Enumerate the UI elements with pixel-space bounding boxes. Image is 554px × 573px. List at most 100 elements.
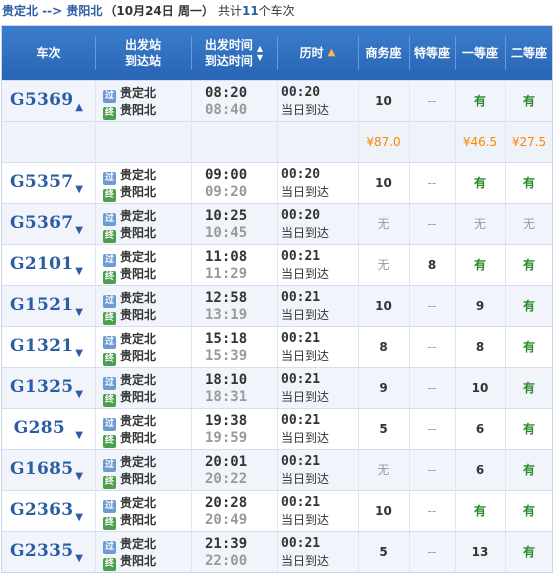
first-seat-cell: 6 [455, 409, 505, 449]
duration-cell: 00:20 当日到达 [277, 163, 358, 203]
arrival-station: 终贵阳北 [103, 389, 157, 407]
second-seat-cell: 有 [505, 368, 553, 408]
departure-time: 08:20 [205, 85, 248, 101]
arrival-note: 当日到达 [281, 308, 330, 322]
expand-arrow-icon[interactable]: ▼ [75, 430, 83, 441]
first-seat-cell: 有 [455, 81, 505, 121]
train-cell: G1325 ▼ [2, 368, 95, 408]
table-row: G1325 ▼ 过贵定北终贵阳北 18:10 18:31 00:21 当日到达 9 -- 10 有 [2, 367, 552, 408]
station-cell: 过贵定北终贵阳北 [95, 81, 191, 121]
train-table: 车次 出发站 到达站 出发时间 到达时间 ▲ ▼ 历时 ▲ 商务座 特等座 一等座 二等… [1, 25, 553, 573]
train-number-link[interactable]: G2363 [10, 500, 73, 520]
expand-arrow-icon[interactable]: ▼ [75, 512, 83, 523]
arrival-time: 18:31 [205, 389, 248, 405]
departure-station-name: 贵定北 [120, 373, 157, 387]
expand-arrow-icon[interactable]: ▼ [75, 389, 83, 400]
business-seat-cell: 无 [358, 450, 409, 490]
departure-station: 过贵定北 [103, 85, 156, 103]
expand-arrow-icon[interactable]: ▼ [75, 184, 83, 195]
arrival-station: 终贵阳北 [103, 348, 156, 366]
sort-down-icon[interactable]: ▼ [257, 53, 263, 62]
departure-time: 20:28 [205, 495, 248, 511]
second-seat-availability: 有 [522, 340, 535, 354]
train-cell: G2363 ▼ [2, 491, 95, 531]
collapse-arrow-icon[interactable]: ▲ [75, 102, 83, 113]
premium-seat-cell: -- [409, 368, 455, 408]
header-premium: 特等座 [413, 46, 450, 60]
train-cell: G1321 ▼ [2, 327, 95, 367]
business-seat-cell: 10 [358, 81, 409, 121]
train-number-link[interactable]: G5369 [10, 90, 73, 110]
departure-station-name: 贵定北 [120, 209, 157, 223]
table-body: G5369 ▲ 过贵定北终贵阳北 08:20 08:40 00:20 当日到达 10 -- 有有 ¥… [2, 80, 552, 572]
premium-seat-availability: -- [427, 94, 437, 108]
first-seat-availability: 13 [471, 545, 489, 559]
premium-price-cell [409, 122, 455, 162]
arrival-note: 当日到达 [281, 390, 330, 404]
premium-seat-availability: -- [427, 545, 437, 559]
business-seat-availability: 无 [377, 463, 390, 477]
second-seat-cell: 有 [505, 163, 553, 203]
premium-seat-availability: -- [427, 463, 437, 477]
sort-up-icon[interactable]: ▲ [257, 44, 263, 53]
arrival-station: 终贵阳北 [103, 266, 156, 284]
second-seat-availability: 有 [522, 381, 535, 395]
expand-arrow-icon[interactable]: ▼ [75, 471, 83, 482]
arrival-station-name: 贵阳北 [120, 226, 157, 240]
departure-station-name: 贵定北 [120, 250, 157, 264]
expand-arrow-icon[interactable]: ▼ [75, 553, 83, 564]
station-cell: 过贵定北终贵阳北 [95, 368, 191, 408]
business-seat-availability: 无 [377, 217, 390, 231]
header-time-sort[interactable]: 出发时间 到达时间 ▲ ▼ [191, 26, 277, 80]
arrival-note: 当日到达 [281, 349, 330, 363]
arrival-station-name: 贵阳北 [120, 431, 157, 445]
first-seat-cell: 有 [455, 491, 505, 531]
train-cell: G1521 ▼ [2, 286, 95, 326]
arrival-station: 终贵阳北 [103, 225, 157, 243]
train-number-link[interactable]: G1321 [10, 336, 73, 356]
premium-seat-cell: -- [409, 450, 455, 490]
terminal-station-icon: 终 [103, 230, 116, 243]
arrival-station-name: 贵阳北 [120, 308, 157, 322]
business-seat-availability: 5 [379, 545, 388, 559]
header-duration-sort[interactable]: 历时 ▲ [277, 26, 358, 80]
train-number-link[interactable]: G5357 [10, 172, 73, 192]
train-number-link[interactable]: G1685 [10, 459, 73, 479]
first-seat-availability: 有 [473, 258, 486, 272]
expand-arrow-icon[interactable]: ▼ [75, 225, 83, 236]
departure-time: 11:08 [205, 249, 248, 265]
sort-asc-icon[interactable]: ▲ [328, 45, 336, 61]
arrival-time: 11:29 [205, 266, 248, 282]
terminal-station-icon: 终 [103, 476, 116, 489]
station-cell: 过贵定北终贵阳北 [95, 286, 191, 326]
second-price-cell: ¥27.5 [505, 122, 553, 162]
header-train: 车次 [36, 46, 61, 60]
arrival-note: 当日到达 [281, 431, 330, 445]
train-number-link[interactable]: G2101 [10, 254, 73, 274]
expand-arrow-icon[interactable]: ▼ [75, 348, 83, 359]
arrival-station-name: 贵阳北 [120, 390, 157, 404]
departure-time: 12:58 [205, 290, 248, 306]
duration-value: 00:20 [281, 167, 321, 182]
table-row: G1521 ▼ 过贵定北终贵阳北 12:58 13:19 00:21 当日到达 10 -- 9 有 [2, 285, 552, 326]
train-number-link[interactable]: G1521 [10, 295, 73, 315]
train-number-link[interactable]: G2335 [10, 541, 73, 561]
arrival-station: 终贵阳北 [103, 102, 156, 120]
departure-time: 20:01 [205, 454, 248, 470]
header-second-class: 二等座 [510, 46, 547, 60]
expand-arrow-icon[interactable]: ▼ [75, 307, 83, 318]
first-seat-availability: 6 [475, 463, 485, 477]
duration-cell: 00:21 当日到达 [277, 532, 358, 572]
second-seat-cell: 有 [505, 450, 553, 490]
premium-seat-availability: -- [427, 340, 437, 354]
expand-arrow-icon[interactable]: ▼ [75, 266, 83, 277]
train-number-link[interactable]: G285 [14, 418, 65, 438]
duration-value: 00:21 [281, 331, 321, 346]
arrival-note: 当日到达 [281, 226, 330, 240]
second-seat-cell: 有 [505, 532, 553, 572]
train-number-link[interactable]: G1325 [10, 377, 73, 397]
station-cell: 过贵定北终贵阳北 [95, 245, 191, 285]
terminal-station-icon: 终 [103, 312, 116, 325]
departure-station: 过贵定北 [103, 495, 156, 513]
train-number-link[interactable]: G5367 [10, 213, 73, 233]
